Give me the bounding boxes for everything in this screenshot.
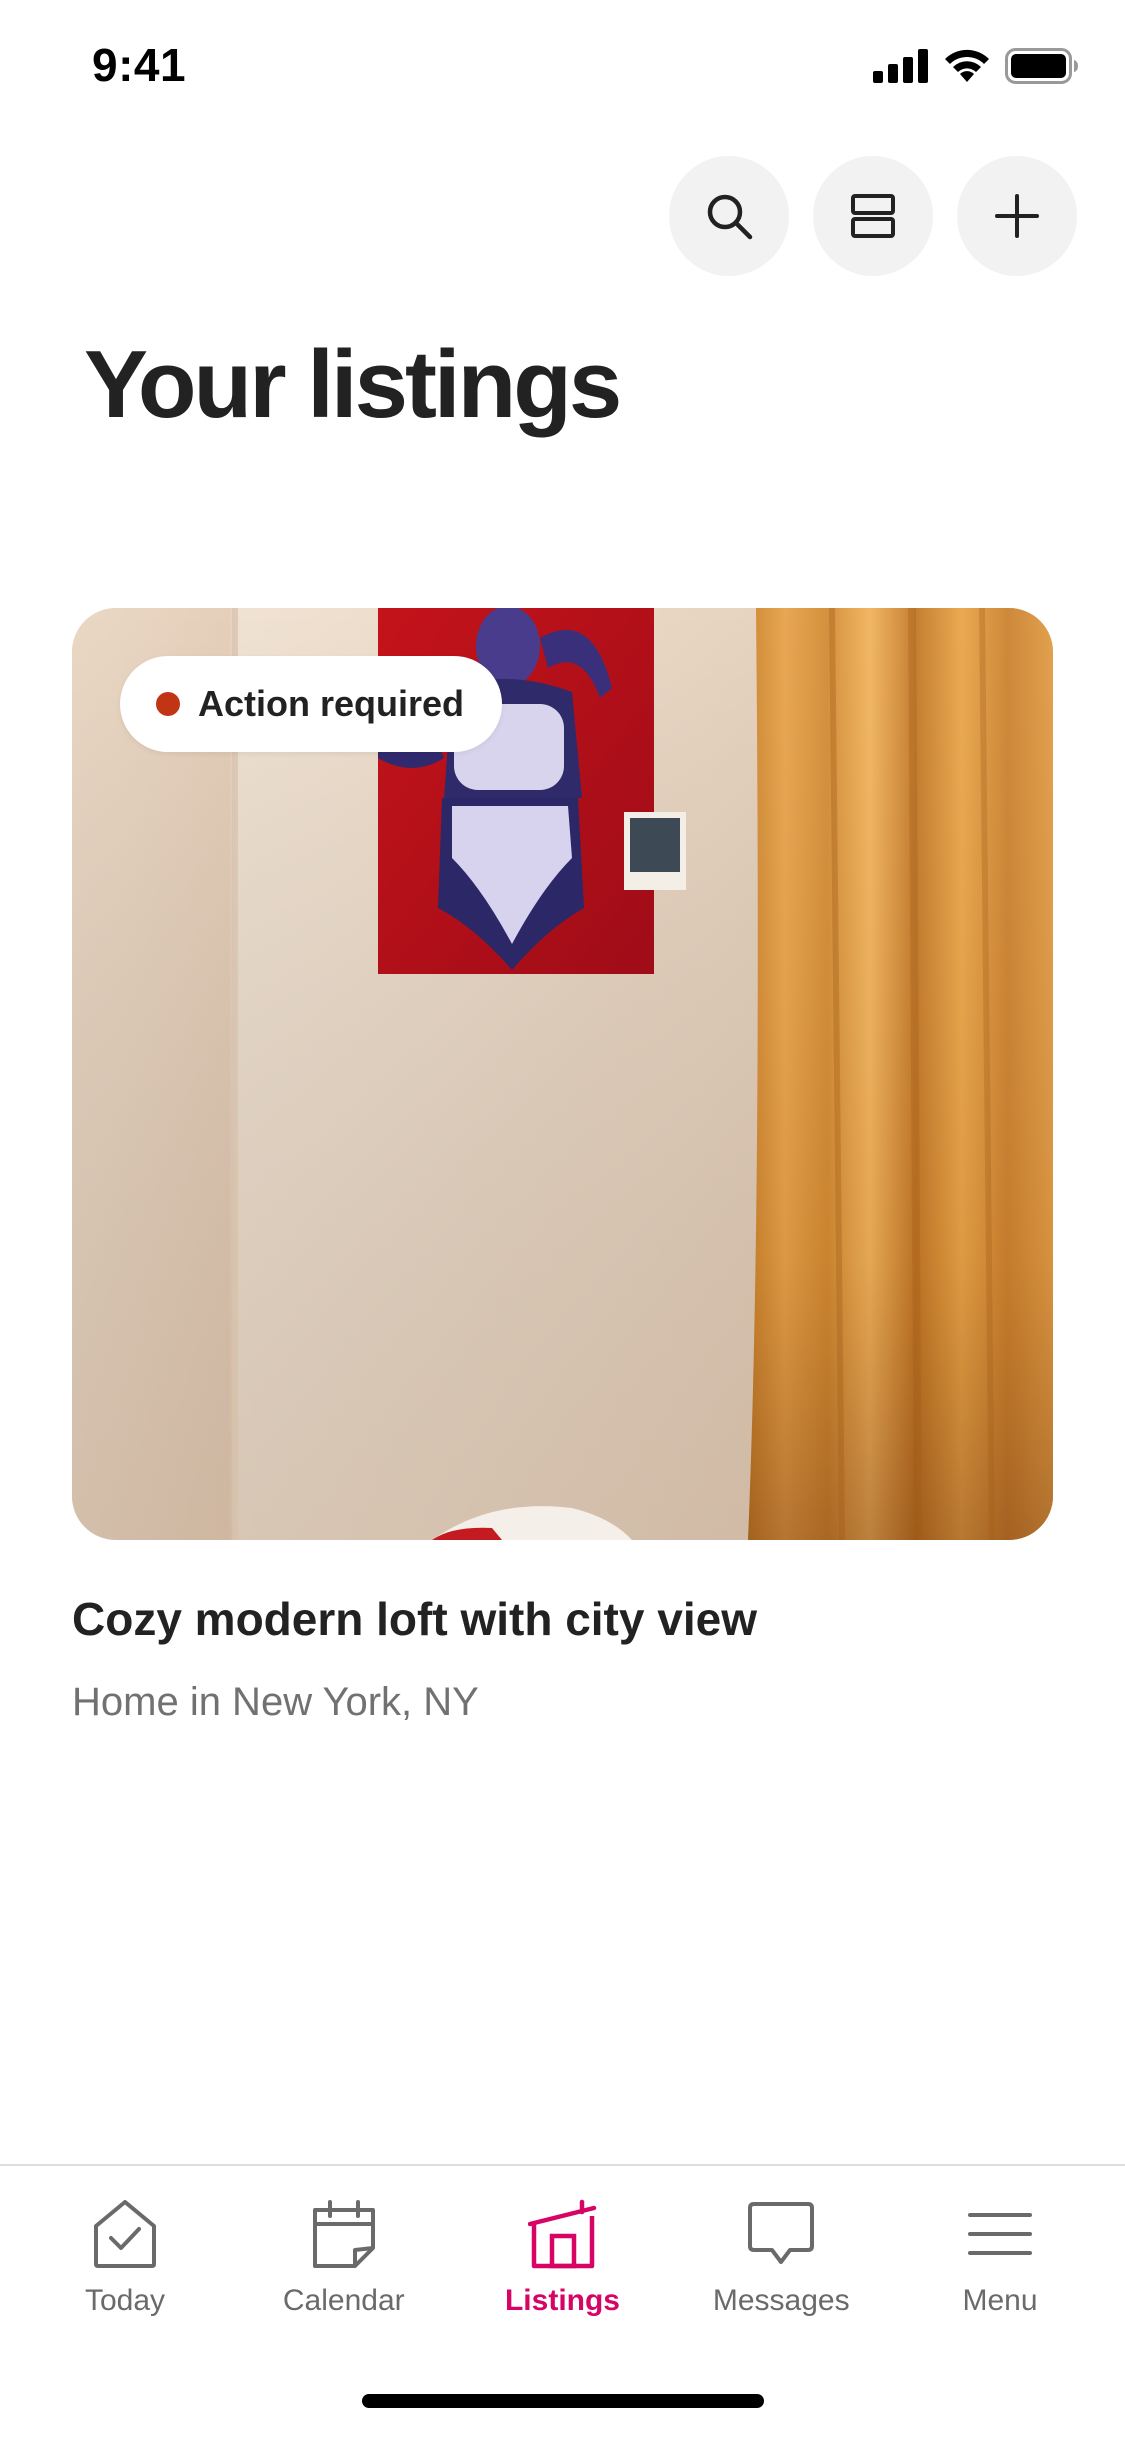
tab-menu-label: Menu xyxy=(962,2284,1038,2317)
listing-card[interactable]: Action required Cozy modern loft with ci… xyxy=(72,608,1053,1725)
plus-icon xyxy=(995,194,1039,238)
search-button[interactable] xyxy=(669,156,789,276)
tab-listings-label: Listings xyxy=(504,2284,620,2317)
listing-photo: Action required xyxy=(72,608,1053,1540)
wifi-icon xyxy=(945,49,989,82)
bottom-tab-bar: Today Calendar Listings Messages Menu xyxy=(0,2164,1125,2438)
status-badge-label: Action required xyxy=(198,683,465,724)
layout-toggle-button[interactable] xyxy=(813,156,933,276)
tab-listings[interactable]: Listings xyxy=(468,2194,658,2318)
add-listing-button[interactable] xyxy=(957,156,1077,276)
menu-icon xyxy=(968,2213,1032,2255)
calendar-icon xyxy=(312,2200,375,2268)
tab-today[interactable]: Today xyxy=(30,2194,220,2318)
tab-calendar-label: Calendar xyxy=(282,2284,405,2317)
search-icon xyxy=(707,194,753,240)
listing-title: Cozy modern loft with city view xyxy=(72,1593,757,1645)
tab-messages[interactable]: Messages xyxy=(686,2194,876,2318)
action-required-badge: Action required xyxy=(120,656,503,752)
listing-subtitle: Home in New York, NY xyxy=(72,1680,479,1724)
today-icon xyxy=(94,2200,156,2268)
page-title: Your listings xyxy=(84,331,622,438)
status-time: 9:41 xyxy=(92,39,187,91)
cellular-signal-icon xyxy=(873,49,928,83)
battery-icon xyxy=(1005,48,1078,84)
top-actions xyxy=(669,156,1077,276)
tab-calendar[interactable]: Calendar xyxy=(249,2194,439,2318)
layout-icon xyxy=(851,194,895,238)
home-indicator xyxy=(362,2394,764,2408)
messages-icon xyxy=(748,2202,815,2264)
listings-icon xyxy=(527,2199,596,2269)
status-dot xyxy=(156,692,180,716)
tab-today-label: Today xyxy=(84,2284,166,2317)
tab-menu[interactable]: Menu xyxy=(905,2194,1095,2318)
status-icons xyxy=(873,48,1079,84)
status-bar: 9:41 xyxy=(0,0,1125,132)
tab-messages-label: Messages xyxy=(712,2284,850,2317)
